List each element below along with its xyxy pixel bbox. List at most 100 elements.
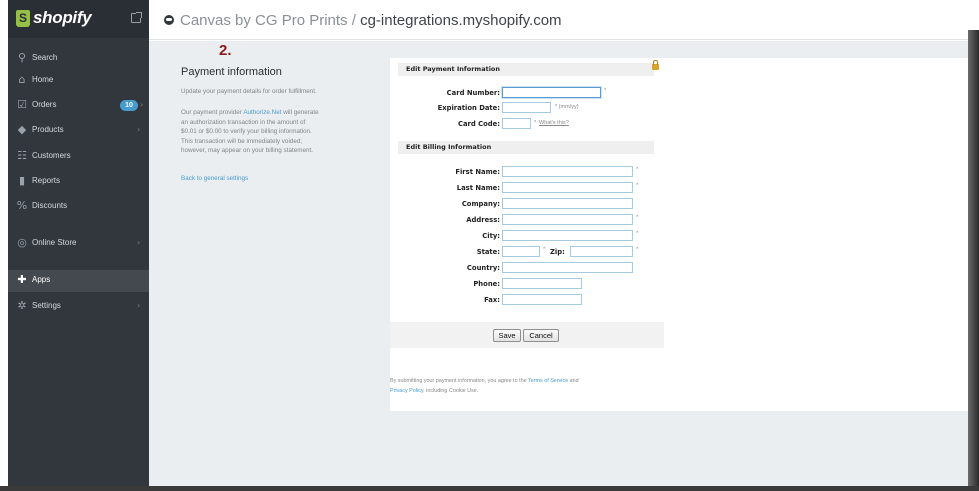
card-code-input[interactable] bbox=[502, 118, 531, 129]
first-name-input[interactable] bbox=[502, 166, 633, 177]
city-label: City: bbox=[482, 232, 500, 240]
search-icon: ⚲ bbox=[17, 51, 27, 64]
chevron-right-icon: › bbox=[137, 125, 141, 134]
billing-section-header: Edit Billing Information bbox=[398, 141, 654, 154]
address-input[interactable] bbox=[502, 214, 633, 225]
description-intro: Update your payment details for order fu… bbox=[181, 88, 317, 95]
terms-of-service-link[interactable]: Terms of Service bbox=[528, 378, 568, 384]
shopify-bag-icon: S bbox=[16, 10, 30, 27]
breadcrumb-separator: / bbox=[347, 12, 361, 29]
required-mark: * bbox=[604, 88, 607, 94]
card-number-label: Card Number: bbox=[446, 89, 500, 97]
sidebar-item-apps[interactable]: ✚ Apps bbox=[8, 270, 149, 292]
window-shadow bbox=[968, 30, 979, 491]
top-bar: Canvas by CG Pro Prints / cg-integration… bbox=[149, 0, 968, 40]
breadcrumb-store[interactable]: Canvas by CG Pro Prints bbox=[180, 12, 348, 29]
discounts-icon: % bbox=[16, 199, 28, 212]
form-actions: Save Cancel bbox=[390, 322, 664, 348]
required-mark: * bbox=[543, 247, 546, 253]
state-input[interactable] bbox=[502, 246, 540, 257]
required-mark: * bbox=[636, 167, 639, 173]
legal-notice: By submitting your payment information, … bbox=[390, 378, 579, 394]
page-title: Payment information bbox=[181, 66, 282, 78]
expiration-date-label: Expiration Date: bbox=[437, 104, 500, 112]
sidebar-item-label: Customers bbox=[32, 151, 71, 160]
lock-icon bbox=[652, 60, 659, 70]
sidebar-item-label: Search bbox=[32, 53, 58, 62]
settings-icon: ✲ bbox=[17, 299, 27, 312]
app-icon bbox=[164, 15, 174, 25]
zip-input[interactable] bbox=[570, 246, 633, 257]
chevron-right-icon: › bbox=[137, 238, 141, 247]
sidebar-item-products[interactable]: ◆ Products › bbox=[8, 120, 149, 142]
online-store-icon: ◎ bbox=[17, 236, 27, 249]
sidebar-item-customers[interactable]: ☷ Customers bbox=[8, 146, 149, 168]
required-mark: * bbox=[534, 120, 537, 126]
breadcrumb-app: cg-integrations.myshopify.com bbox=[360, 12, 562, 29]
phone-label: Phone: bbox=[473, 280, 500, 288]
required-mark: * bbox=[636, 215, 639, 221]
card-code-label: Card Code: bbox=[457, 120, 500, 128]
sidebar-item-label: Products bbox=[32, 125, 64, 134]
country-select[interactable] bbox=[502, 262, 633, 273]
sidebar-item-settings[interactable]: ✲ Settings › bbox=[8, 296, 149, 318]
last-name-label: Last Name: bbox=[456, 184, 500, 192]
fax-input[interactable] bbox=[502, 294, 582, 305]
sidebar-item-label: Reports bbox=[32, 176, 61, 185]
expiration-date-input[interactable] bbox=[502, 102, 551, 113]
apps-icon: ✚ bbox=[17, 273, 27, 286]
brand-name: shopify bbox=[33, 8, 92, 27]
sidebar-item-label: Discounts bbox=[32, 201, 68, 210]
zip-label: Zip: bbox=[550, 248, 565, 256]
company-label: Company: bbox=[461, 200, 500, 208]
cancel-button[interactable]: Cancel bbox=[523, 329, 559, 342]
required-mark: * bbox=[636, 247, 639, 253]
home-icon: ⌂ bbox=[18, 73, 26, 86]
breadcrumb: Canvas by CG Pro Prints / cg-integration… bbox=[180, 12, 562, 29]
external-link-icon[interactable] bbox=[131, 12, 142, 23]
payment-section-header: Edit Payment Information bbox=[398, 63, 654, 76]
address-label: Address: bbox=[466, 216, 500, 224]
sidebar-item-label: Settings bbox=[32, 301, 61, 310]
sidebar-item-label: Online Store bbox=[32, 238, 77, 247]
chevron-right-icon: › bbox=[140, 100, 144, 109]
authorize-net-link[interactable]: Authorize.Net bbox=[243, 109, 281, 116]
customers-icon: ☷ bbox=[17, 149, 27, 162]
sidebar-item-discounts[interactable]: % Discounts bbox=[8, 196, 149, 218]
company-input[interactable] bbox=[502, 198, 633, 209]
state-label: State: bbox=[476, 248, 500, 256]
description-provider: Our payment provider Authorize.Net will … bbox=[181, 109, 319, 154]
sidebar-item-orders[interactable]: ☑ Orders 10 › bbox=[8, 95, 149, 117]
orders-icon: ☑ bbox=[17, 98, 27, 111]
sidebar-item-label: Home bbox=[32, 75, 54, 84]
sidebar-item-online-store[interactable]: ◎ Online Store › bbox=[8, 233, 149, 255]
sidebar-item-label: Apps bbox=[32, 275, 51, 284]
brand-header[interactable]: S shopify bbox=[8, 0, 149, 38]
first-name-label: First Name: bbox=[455, 168, 500, 176]
sidebar-item-reports[interactable]: ▮ Reports bbox=[8, 171, 149, 193]
chevron-right-icon: › bbox=[137, 301, 141, 310]
save-button[interactable]: Save bbox=[493, 329, 521, 342]
required-mark: * bbox=[636, 183, 639, 189]
window-shadow bbox=[0, 486, 979, 491]
back-to-settings-link[interactable]: Back to general settings bbox=[181, 175, 248, 182]
last-name-input[interactable] bbox=[502, 182, 633, 193]
main-content: 2. Payment information Update your payme… bbox=[149, 41, 968, 486]
products-icon: ◆ bbox=[17, 123, 27, 136]
reports-icon: ▮ bbox=[18, 174, 26, 187]
sidebar-item-label: Orders bbox=[32, 100, 57, 109]
city-input[interactable] bbox=[502, 230, 633, 241]
screenshot-frame: S shopify ⚲ Search ⌂ Home ☑ Orders 10 › … bbox=[0, 0, 979, 491]
country-label: Country: bbox=[466, 264, 500, 272]
phone-input[interactable] bbox=[502, 278, 582, 289]
card-number-input[interactable] bbox=[502, 87, 601, 98]
step-number: 2. bbox=[219, 42, 232, 59]
orders-count-badge: 10 bbox=[120, 100, 138, 111]
sidebar-item-search[interactable]: ⚲ Search bbox=[8, 48, 149, 70]
expiration-hint: * (mm/yy) bbox=[555, 104, 579, 110]
sidebar: S shopify ⚲ Search ⌂ Home ☑ Orders 10 › … bbox=[8, 0, 149, 486]
whats-this-link[interactable]: What's this? bbox=[539, 120, 569, 126]
payment-form-panel: Edit Payment Information Card Number: * … bbox=[390, 58, 968, 411]
sidebar-item-home[interactable]: ⌂ Home bbox=[8, 70, 149, 92]
privacy-policy-link[interactable]: Privacy Policy bbox=[390, 388, 423, 394]
